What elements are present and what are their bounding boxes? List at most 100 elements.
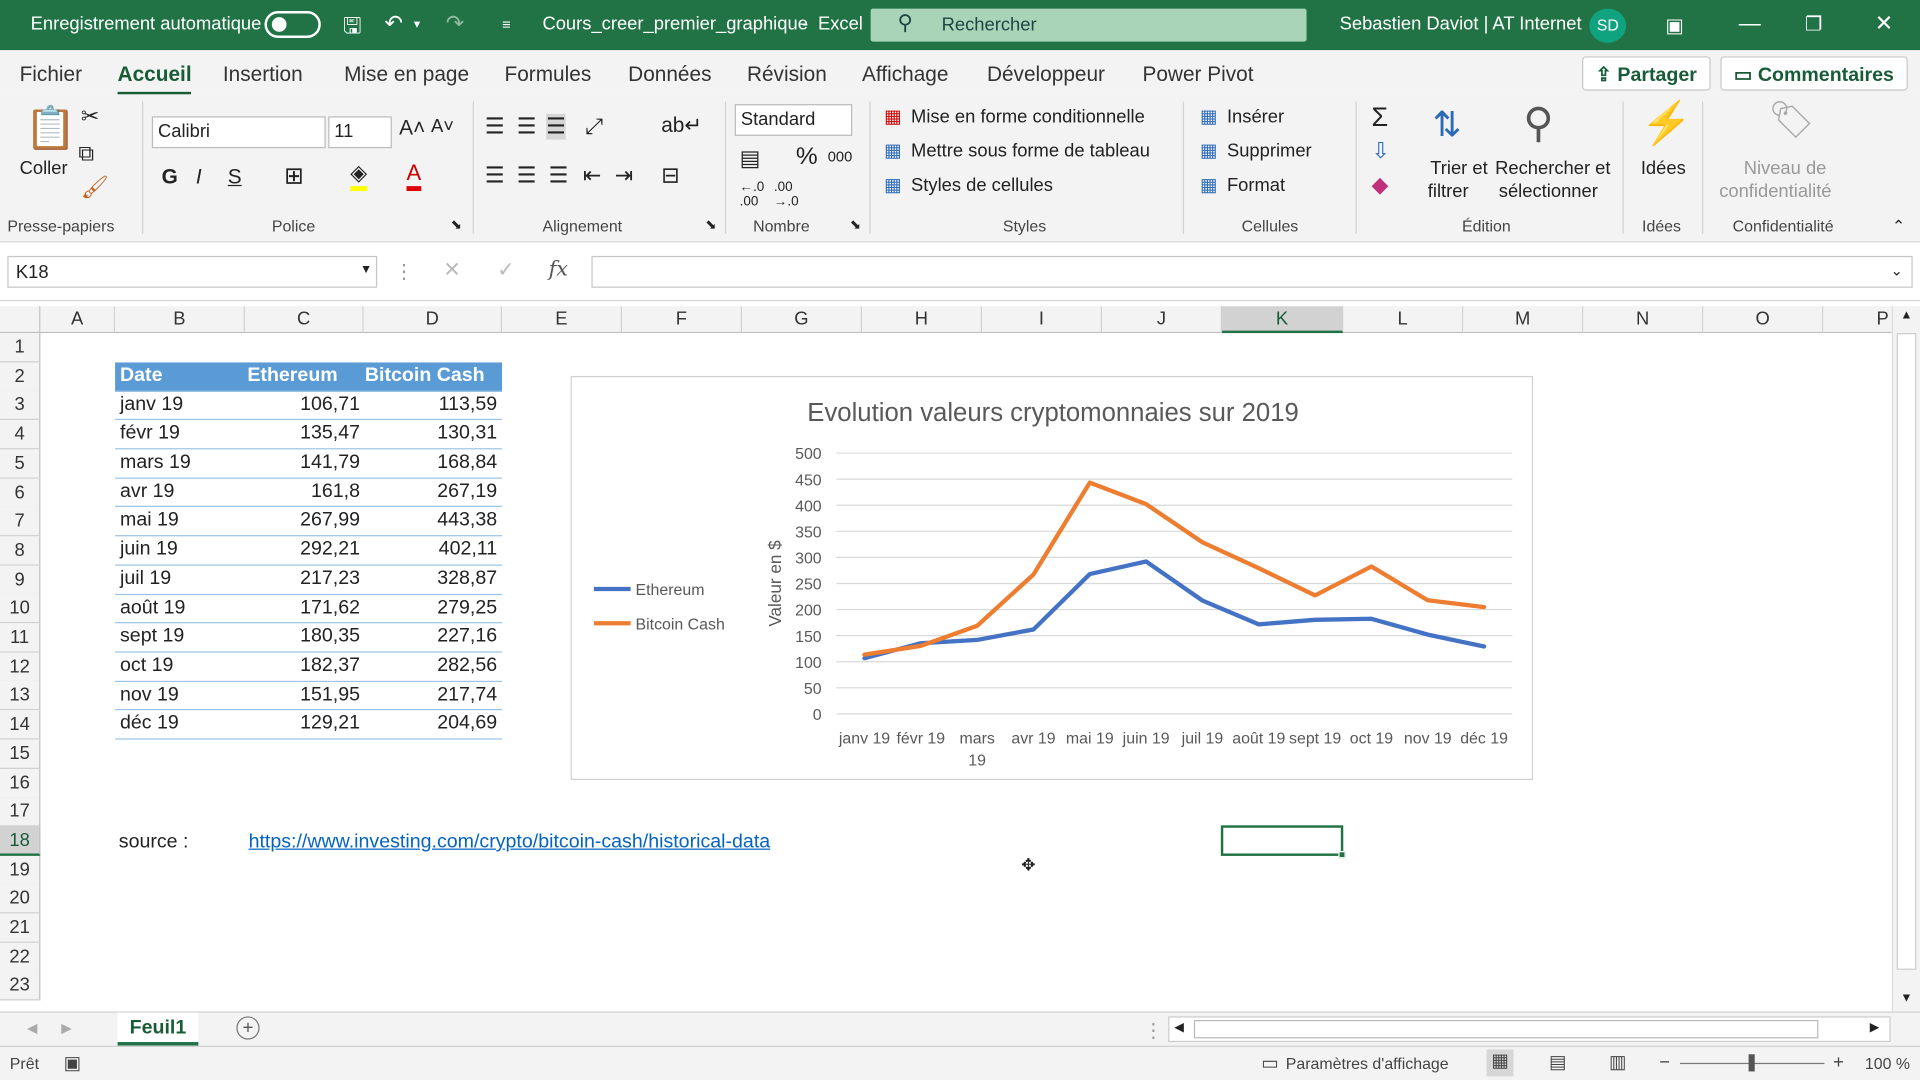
shrink-font-icon[interactable]: A˅ [431, 116, 454, 137]
conditional-format-button[interactable]: Mise en forme conditionnelle [911, 107, 1145, 128]
decrease-decimal-icon[interactable]: .00 →.0 [774, 180, 799, 209]
customize-toolbar-icon[interactable]: ≡ [502, 16, 511, 33]
row-header-22[interactable]: 22 [0, 942, 41, 972]
horizontal-scroll-thumb[interactable] [1193, 1020, 1819, 1039]
row-header-11[interactable]: 11 [0, 623, 41, 653]
ethereum-cell[interactable]: 141,79 [300, 452, 360, 474]
find-select-label-2[interactable]: sélectionner [1499, 181, 1598, 202]
increase-indent-icon[interactable]: ⇥ [615, 163, 633, 189]
horizontal-scrollbar[interactable]: ◀ ▶ [1168, 1016, 1891, 1043]
underline-button[interactable]: S [228, 165, 242, 189]
delete-cells-button[interactable]: Supprimer [1227, 141, 1312, 162]
date-cell[interactable]: oct 19 [120, 655, 173, 677]
row-header-21[interactable]: 21 [0, 913, 41, 943]
header-ethereum[interactable]: Ethereum [247, 365, 337, 387]
ethereum-cell[interactable]: 129,21 [300, 713, 360, 735]
ethereum-cell[interactable]: 217,23 [300, 568, 360, 590]
macro-recording-icon[interactable]: ▣ [64, 1052, 81, 1074]
bitcoin-cash-cell[interactable]: 130,31 [437, 423, 497, 445]
insert-function-button[interactable]: fx [549, 257, 568, 281]
table-row[interactable]: janv 19 106,71 113,59 [115, 391, 503, 421]
bitcoin-cash-cell[interactable]: 204,69 [437, 713, 497, 735]
formula-input[interactable] [591, 255, 1913, 288]
column-header-h[interactable]: H [862, 306, 983, 334]
ethereum-cell[interactable]: 171,62 [300, 597, 360, 619]
date-cell[interactable]: janv 19 [120, 394, 183, 416]
tab-accueil[interactable]: Accueil [117, 62, 192, 96]
fill-handle[interactable] [1338, 851, 1346, 859]
row-header-14[interactable]: 14 [0, 710, 41, 740]
date-cell[interactable]: mars 19 [120, 452, 191, 474]
search-box[interactable]: ⚲ Rechercher [870, 8, 1307, 42]
fill-color-icon[interactable]: ◈ [350, 160, 368, 192]
column-header-i[interactable]: I [982, 306, 1103, 334]
vertical-scroll-thumb[interactable] [1896, 333, 1917, 970]
tab-power-pivot[interactable]: Power Pivot [1142, 62, 1253, 86]
font-name-select[interactable]: Calibri [151, 116, 326, 149]
table-row[interactable]: juin 19 292,21 402,11 [115, 536, 503, 566]
tab-formules[interactable]: Formules [504, 62, 591, 86]
bitcoin-cash-cell[interactable]: 402,11 [439, 539, 497, 561]
worksheet-grid[interactable]: Date Ethereum Bitcoin Cash janv 19 106,71… [0, 306, 1892, 1010]
font-dialog-icon[interactable]: ⬊ [451, 217, 462, 233]
confirm-entry-button[interactable]: ✓ [497, 258, 514, 282]
header-bitcoin-cash[interactable]: Bitcoin Cash [365, 365, 485, 387]
bitcoin-cash-cell[interactable]: 328,87 [437, 568, 497, 590]
tab-revision[interactable]: Révision [747, 62, 827, 86]
scroll-right-icon[interactable]: ▶ [1870, 1021, 1879, 1034]
table-row[interactable]: juil 19 217,23 328,87 [115, 565, 503, 595]
display-settings-icon[interactable]: ▭ [1261, 1052, 1278, 1074]
row-header-9[interactable]: 9 [0, 565, 41, 595]
cut-icon[interactable]: ✂ [81, 104, 99, 130]
zoom-slider-thumb[interactable] [1748, 1054, 1755, 1072]
minimize-icon[interactable]: — [1739, 11, 1761, 37]
table-row[interactable]: août 19 171,62 279,25 [115, 594, 503, 624]
tab-mise-en-page[interactable]: Mise en page [344, 62, 469, 86]
ideas-icon[interactable]: ⚡ [1641, 99, 1693, 148]
column-header-b[interactable]: B [115, 306, 245, 334]
bitcoin-cash-cell[interactable]: 217,74 [437, 684, 497, 706]
row-header-4[interactable]: 4 [0, 420, 41, 450]
bitcoin-cash-cell[interactable]: 267,19 [437, 481, 497, 503]
row-header-13[interactable]: 13 [0, 681, 41, 711]
sort-filter-label-1[interactable]: Trier et [1430, 158, 1487, 179]
row-header-3[interactable]: 3 [0, 391, 41, 421]
clear-icon[interactable]: ◆ [1371, 173, 1388, 199]
vertical-scrollbar[interactable]: ▲ ▼ [1891, 306, 1920, 1012]
row-header-23[interactable]: 23 [0, 971, 41, 1001]
table-row[interactable]: déc 19 129,21 204,69 [115, 711, 503, 740]
collapse-ribbon-icon[interactable]: ⌃ [1892, 217, 1905, 237]
save-icon[interactable]: 🖫 [343, 11, 362, 48]
fill-icon[interactable]: ⇩ [1371, 138, 1389, 164]
name-box-dropdown-icon[interactable]: ▼ [360, 263, 372, 276]
expand-formula-bar-icon[interactable]: ⌄ [1891, 262, 1903, 279]
ethereum-cell[interactable]: 161,8 [311, 481, 360, 503]
zoom-level[interactable]: 100 % [1865, 1054, 1910, 1072]
date-cell[interactable]: nov 19 [120, 684, 179, 706]
column-header-g[interactable]: G [742, 306, 863, 334]
source-label[interactable]: source : [119, 828, 189, 856]
column-header-l[interactable]: L [1343, 306, 1464, 334]
tab-developpeur[interactable]: Développeur [987, 62, 1105, 86]
column-header-e[interactable]: E [502, 306, 623, 334]
bitcoin-cash-cell[interactable]: 168,84 [437, 452, 497, 474]
page-layout-view-icon[interactable]: ▤ [1549, 1051, 1566, 1073]
bitcoin-cash-cell[interactable]: 227,16 [437, 626, 497, 648]
column-header-f[interactable]: F [622, 306, 743, 334]
table-format-button[interactable]: Mettre sous forme de tableau [911, 141, 1150, 162]
share-button[interactable]: ⇪ Partager [1582, 56, 1711, 91]
column-header-n[interactable]: N [1583, 306, 1704, 334]
row-header-6[interactable]: 6 [0, 478, 41, 508]
column-header-m[interactable]: M [1463, 306, 1584, 334]
sensitivity-label-1[interactable]: Niveau de [1744, 158, 1827, 179]
table-row[interactable]: oct 19 182,37 282,56 [115, 653, 503, 682]
ethereum-cell[interactable]: 135,47 [300, 423, 360, 445]
bitcoin-cash-cell[interactable]: 279,25 [437, 597, 497, 619]
decrease-indent-icon[interactable]: ⇤ [583, 163, 601, 189]
table-row[interactable]: avr 19 161,8 267,19 [115, 478, 503, 508]
comments-button[interactable]: ▭ Commentaires [1720, 56, 1908, 91]
prev-sheet-icon[interactable]: ◀ [27, 1020, 37, 1036]
row-header-8[interactable]: 8 [0, 536, 41, 566]
align-bottom-icon[interactable]: ☰ [546, 113, 566, 140]
tab-fichier[interactable]: Fichier [20, 62, 82, 86]
